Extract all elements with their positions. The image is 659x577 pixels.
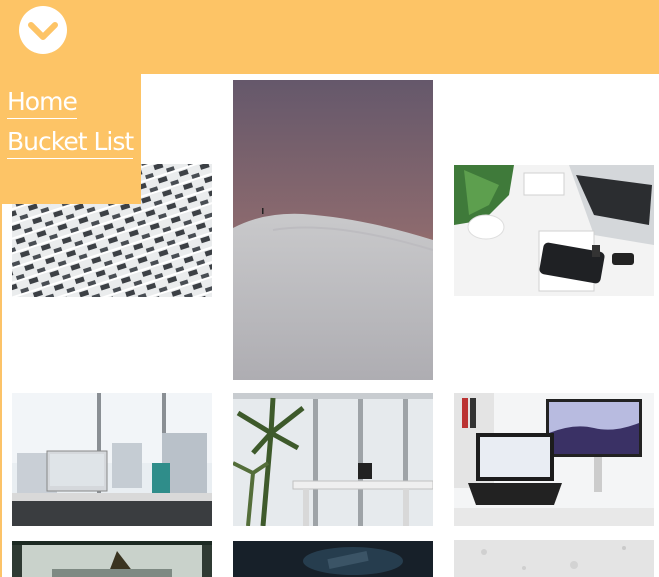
gallery-image-keyboard[interactable] xyxy=(233,541,433,577)
gallery-image-office-plants[interactable] xyxy=(233,393,433,526)
nav-link-bucket-list[interactable]: Bucket List xyxy=(7,127,134,159)
gallery-image-workspace[interactable] xyxy=(454,165,654,296)
gallery-image-concrete[interactable] xyxy=(454,540,654,577)
gallery-image-lamp[interactable] xyxy=(12,541,212,577)
concrete-texture-photo xyxy=(454,540,654,577)
gallery-image-office-imac[interactable] xyxy=(12,393,212,526)
gallery-image-dune[interactable] xyxy=(233,80,433,380)
gallery-image-desk-laptop[interactable] xyxy=(454,393,654,526)
desk-laptop-monitor-photo xyxy=(454,393,654,526)
white-sand-dune-sunset-photo xyxy=(233,80,433,380)
top-bar xyxy=(0,0,659,74)
menu-toggle-button[interactable] xyxy=(19,6,67,54)
lamp-window-photo xyxy=(12,541,212,577)
office-palm-plants-window-photo xyxy=(233,393,433,526)
laptop-phone-smartwatch-desk-photo xyxy=(454,165,654,296)
chevron-down-icon xyxy=(28,22,58,40)
office-desk-imac-city-view-photo xyxy=(12,393,212,526)
nav-dropdown: Home Bucket List xyxy=(0,74,141,204)
nav-link-home[interactable]: Home xyxy=(7,87,78,119)
dark-keyboard-photo xyxy=(233,541,433,577)
